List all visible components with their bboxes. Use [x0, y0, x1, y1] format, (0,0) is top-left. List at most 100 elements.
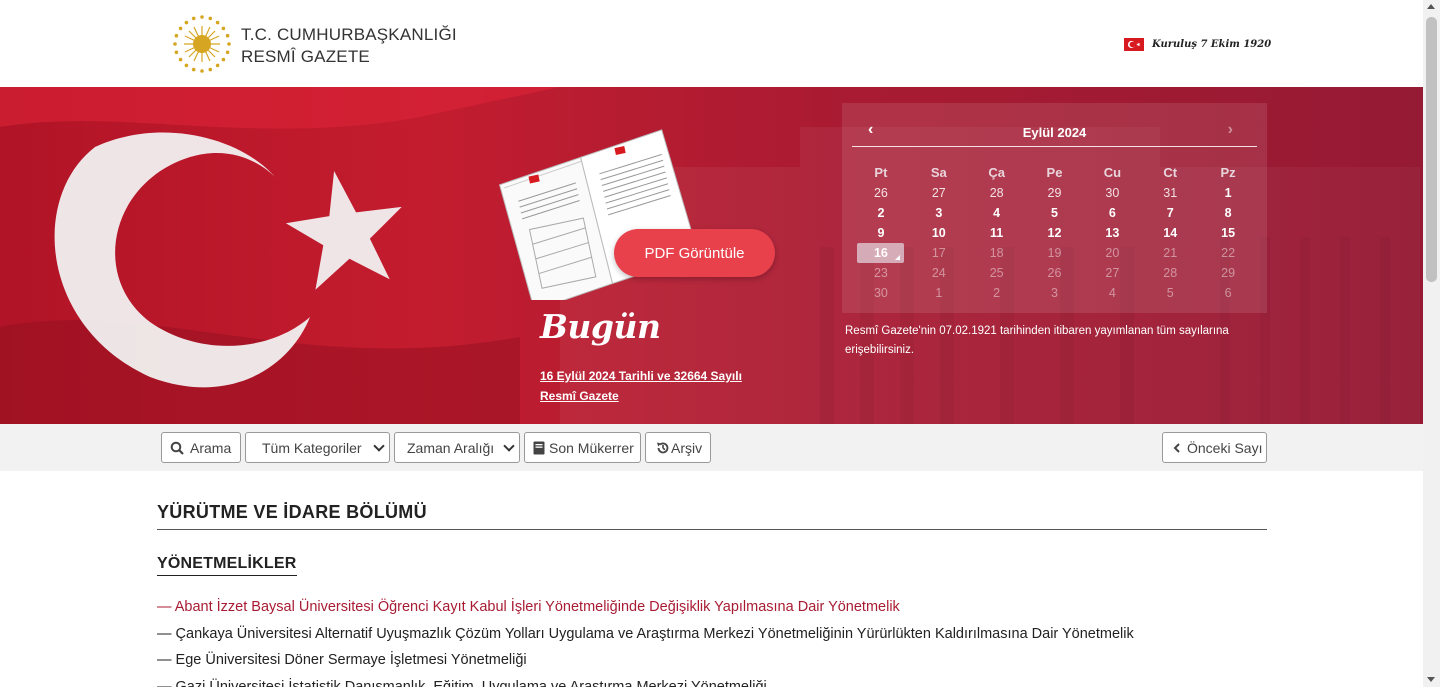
- calendar-title: Eylül 2024: [1022, 125, 1087, 140]
- weekday-label: Pe: [1046, 165, 1063, 180]
- search-icon: [170, 441, 184, 455]
- calendar-day[interactable]: 4: [968, 203, 1026, 223]
- calendar-day[interactable]: 9: [852, 223, 910, 243]
- calendar-day[interactable]: 3: [910, 203, 968, 223]
- latest-repeat-label: Son Mükerrer: [549, 439, 634, 456]
- calendar-day: 30: [873, 286, 888, 300]
- chevron-left-icon: [1173, 442, 1180, 453]
- calendar-day: 5: [1166, 286, 1174, 300]
- calendar-week: 16 17 18 19 20 21 22: [852, 243, 1257, 263]
- book-icon: [533, 441, 545, 454]
- calendar-day[interactable]: 31: [1141, 183, 1199, 203]
- calendar-day[interactable]: 8: [1199, 203, 1257, 223]
- archive-note: Resmî Gazete'nin 07.02.1921 tarihinden i…: [845, 325, 1229, 356]
- weekday-label: Pz: [1220, 165, 1236, 180]
- calendar: ‹ Eylül 2024 › Pt Sa Ça Pe Cu Ct Pz 26 2…: [842, 103, 1267, 313]
- calendar-day[interactable]: 6: [1083, 203, 1141, 223]
- calendar-day: 24: [931, 266, 946, 280]
- calendar-day: 1: [935, 286, 943, 300]
- calendar-week: 9 10 11 12 13 14 15: [852, 223, 1257, 243]
- calendar-day[interactable]: 1: [1199, 183, 1257, 203]
- calendar-day[interactable]: 11: [968, 223, 1026, 243]
- founded-text: Kuruluş 7 Ekim 1920: [1152, 39, 1272, 50]
- calendar-weekdays: Pt Sa Ça Pe Cu Ct Pz: [852, 163, 1257, 183]
- previous-issue-label: Önceki Sayı: [1187, 439, 1263, 456]
- site-header: T.C. CUMHURBAŞKANLIĞI RESMÎ GAZETE Kurul…: [0, 0, 1423, 87]
- calendar-day[interactable]: 2: [852, 203, 910, 223]
- calendar-day-selected[interactable]: 16: [852, 243, 910, 263]
- calendar-day: 28: [1163, 266, 1178, 280]
- brand-line-1: T.C. CUMHURBAŞKANLIĞI: [241, 25, 457, 44]
- latest-repeat-button[interactable]: Son Mükerrer: [524, 432, 641, 463]
- regulation-link[interactable]: — Çankaya Üniversitesi Alternatif Uyuşma…: [157, 621, 1267, 648]
- date-range-value: Zaman Aralığı: [407, 439, 495, 456]
- calendar-day: 2: [993, 286, 1001, 300]
- page-scrollbar[interactable]: [1423, 0, 1440, 687]
- hero-banner: PDF Görüntüle Bugün 16 Eylül 2024 Tarihl…: [0, 87, 1423, 424]
- chevron-down-icon: [503, 440, 515, 452]
- calendar-day: 19: [1047, 246, 1062, 260]
- pdf-view-button[interactable]: PDF Görüntüle: [614, 229, 775, 277]
- calendar-day: 6: [1224, 286, 1232, 300]
- calendar-day: 18: [989, 246, 1004, 260]
- scrollbar-thumb[interactable]: [1426, 17, 1437, 282]
- scroll-up-icon[interactable]: [1427, 4, 1435, 9]
- calendar-day[interactable]: 28: [968, 183, 1026, 203]
- calendar-day: 27: [1105, 266, 1120, 280]
- calendar-day[interactable]: 27: [910, 183, 968, 203]
- regulation-link[interactable]: — Gazi Üniversitesi İstatistik Danışmanl…: [157, 674, 1267, 687]
- chevron-right-icon[interactable]: ›: [1228, 121, 1233, 139]
- calendar-day: 29: [1221, 266, 1236, 280]
- regulation-list: — Abant İzzet Baysal Üniversitesi Öğrenc…: [157, 594, 1267, 687]
- weekday-label: Ça: [988, 165, 1005, 180]
- calendar-week: 30 1 2 3 4 5 6: [852, 283, 1257, 303]
- weekday-label: Cu: [1103, 165, 1122, 180]
- weekday-label: Sa: [930, 165, 947, 180]
- date-range-select[interactable]: Zaman Aralığı: [394, 432, 520, 463]
- calendar-day[interactable]: 26: [852, 183, 910, 203]
- calendar-day[interactable]: 10: [910, 223, 968, 243]
- calendar-day: 20: [1105, 246, 1120, 260]
- founded-badge: Kuruluş 7 Ekim 1920: [1124, 38, 1271, 51]
- weekday-label: Pt: [874, 165, 888, 180]
- calendar-day[interactable]: 29: [1026, 183, 1084, 203]
- brand-line-2: RESMÎ GAZETE: [241, 47, 370, 66]
- archive-button[interactable]: Arşiv: [645, 432, 711, 463]
- calendar-week: 2 3 4 5 6 7 8: [852, 203, 1257, 223]
- previous-issue-button[interactable]: Önceki Sayı: [1162, 432, 1267, 463]
- calendar-day: 4: [1108, 286, 1116, 300]
- calendar-day: 25: [989, 266, 1004, 280]
- search-button[interactable]: Arama: [161, 432, 241, 463]
- calendar-day: 26: [1047, 266, 1062, 280]
- chevron-down-icon: [373, 440, 385, 452]
- calendar-day: 3: [1051, 286, 1058, 300]
- today-heading: Bugün: [540, 307, 661, 346]
- regulation-link[interactable]: — Ege Üniversitesi Döner Sermaye İşletme…: [157, 647, 1267, 674]
- calendar-day[interactable]: 13: [1083, 223, 1141, 243]
- calendar-day[interactable]: 5: [1026, 203, 1084, 223]
- calendar-day: 21: [1163, 246, 1178, 260]
- scroll-down-icon[interactable]: [1427, 677, 1435, 682]
- turkish-flag-icon: [1124, 38, 1144, 51]
- calendar-day[interactable]: 30: [1083, 183, 1141, 203]
- weekday-label: Ct: [1163, 165, 1178, 180]
- category-value: Tüm Kategoriler: [262, 439, 362, 456]
- category-select[interactable]: Tüm Kategoriler: [245, 432, 390, 463]
- site-brand[interactable]: T.C. CUMHURBAŞKANLIĞI RESMÎ GAZETE: [241, 24, 457, 68]
- calendar-header: ‹ Eylül 2024 ›: [852, 121, 1257, 147]
- calendar-day: 17: [931, 246, 946, 260]
- calendar-week: 23 24 25 26 27 28 29: [852, 263, 1257, 283]
- calendar-day: 23: [873, 266, 888, 280]
- calendar-day[interactable]: 7: [1141, 203, 1199, 223]
- regulation-link[interactable]: — Abant İzzet Baysal Üniversitesi Öğrenc…: [157, 594, 1267, 621]
- calendar-day[interactable]: 14: [1141, 223, 1199, 243]
- selected-day-label: 16: [857, 243, 905, 263]
- today-gazette-link[interactable]: 16 Eylül 2024 Tarihli ve 32664 Sayılı Re…: [540, 366, 780, 406]
- calendar-day: 22: [1221, 246, 1236, 260]
- calendar-week: 26 27 28 29 30 31 1: [852, 183, 1257, 203]
- calendar-day[interactable]: 12: [1026, 223, 1084, 243]
- calendar-day[interactable]: 15: [1199, 223, 1257, 243]
- presidency-emblem-icon[interactable]: [172, 14, 232, 74]
- subsection-title: YÖNETMELİKLER: [157, 555, 297, 576]
- archive-label: Arşiv: [671, 439, 703, 456]
